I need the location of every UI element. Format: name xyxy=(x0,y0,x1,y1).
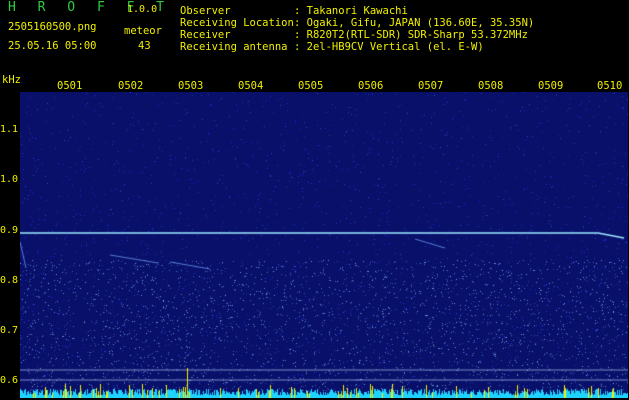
x-tick-label: 0506 xyxy=(358,80,384,92)
info-key: Receiving antenna xyxy=(180,41,288,53)
spectrogram-canvas xyxy=(20,92,628,398)
x-tick-label: 0505 xyxy=(298,80,324,92)
y-tick-label: 0.7 xyxy=(0,325,19,336)
x-tick-label: 0503 xyxy=(178,80,204,92)
meteor-label: meteor xyxy=(124,25,162,37)
x-tick-label: 0509 xyxy=(538,80,564,92)
info-key: Observer xyxy=(180,5,231,17)
info-value: : Takanori Kawachi xyxy=(294,5,408,17)
x-tick-label: 0504 xyxy=(238,80,264,92)
info-receiver: Receiver : R820T2(RTL-SDR) SDR-Sharp 53.3… xyxy=(180,29,528,41)
y-tick-label: 0.8 xyxy=(0,275,19,286)
info-observer: Observer : Takanori Kawachi xyxy=(180,5,408,17)
info-antenna: Receiving antenna : 2el-HB9CV Vertical (e… xyxy=(180,41,484,53)
info-value: : R820T2(RTL-SDR) SDR-Sharp 53.372MHz xyxy=(294,29,528,41)
meteor-count: 43 xyxy=(138,40,151,52)
info-key: Receiver xyxy=(180,29,231,41)
y-tick-label: 1.1 xyxy=(0,124,19,135)
header-panel: H R O F F T 1.0.0 2505160500.png meteor … xyxy=(0,0,629,72)
info-key: Receiving Location xyxy=(180,17,294,29)
y-tick-label: 0.9 xyxy=(0,225,19,236)
info-value: : 2el-HB9CV Vertical (el. E-W) xyxy=(294,41,484,53)
datetime-label: 25.05.16 05:00 xyxy=(8,40,97,52)
y-tick-label: 0.6 xyxy=(0,375,19,386)
y-tick-label: 1.0 xyxy=(0,174,19,185)
x-tick-label: 0502 xyxy=(118,80,144,92)
x-tick-label: 0507 xyxy=(418,80,444,92)
version-label: 1.0.0 xyxy=(127,4,158,15)
x-tick-label: 0510 xyxy=(597,80,623,92)
info-value: : Ogaki, Gifu, JAPAN (136.60E, 35.35N) xyxy=(294,17,535,29)
y-axis-unit: kHz xyxy=(2,74,21,86)
info-location: Receiving Location: Ogaki, Gifu, JAPAN (… xyxy=(180,17,534,29)
filename-label: 2505160500.png xyxy=(8,21,97,33)
x-tick-label: 0508 xyxy=(478,80,504,92)
x-tick-label: 0501 xyxy=(57,80,83,92)
